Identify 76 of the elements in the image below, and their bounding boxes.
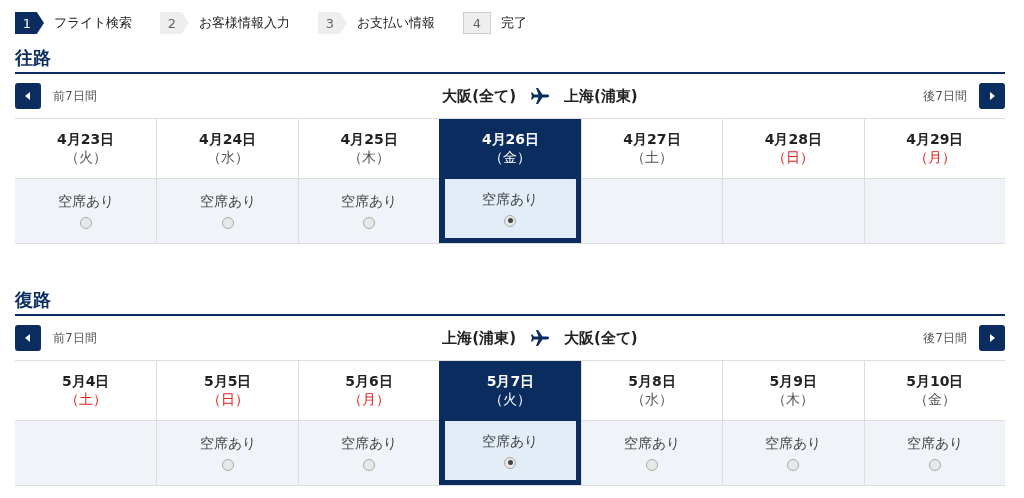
section-title: 復路 (15, 288, 1005, 316)
radio-button[interactable] (363, 217, 376, 229)
date: 5月10日 (906, 372, 964, 391)
section-title: 往路 (15, 46, 1005, 74)
date: 5月5日 (203, 372, 252, 391)
weekday: （金） (489, 148, 532, 167)
next-button[interactable] (979, 83, 1005, 109)
radio-button[interactable] (504, 456, 517, 469)
date: 5月6日 (345, 372, 393, 391)
next-label[interactable]: 後7日間 (923, 329, 967, 347)
step-label: フライト検索 (54, 14, 132, 32)
step-label: お客様情報入力 (199, 14, 290, 32)
step-number: 1 (15, 12, 44, 34)
radio-button[interactable] (645, 459, 658, 471)
availability-text: 空席あり (906, 435, 963, 453)
weekday: （水） (630, 390, 673, 409)
weekday: （木） (348, 148, 391, 167)
availability-text: 空席あり (57, 193, 114, 211)
radio-button[interactable] (928, 459, 941, 471)
availability-text: 空席あり (341, 435, 398, 453)
date: 5月7日 (486, 372, 535, 391)
radio-button[interactable] (221, 459, 234, 471)
weekday: （日） (772, 148, 815, 167)
availability-text: 空席あり (623, 435, 680, 453)
left-triangle-icon (24, 91, 32, 101)
weekday: （日） (206, 390, 249, 409)
right-triangle-icon (988, 333, 996, 343)
previous-button[interactable] (15, 83, 41, 109)
weekday: （土） (630, 148, 673, 167)
previous-label[interactable]: 前7日間 (53, 329, 97, 347)
next-label[interactable]: 後7日間 (923, 87, 967, 105)
step-label: 完了 (501, 14, 527, 32)
date: 4月25日 (340, 130, 398, 149)
date: 4月24日 (199, 130, 257, 149)
radio-button[interactable] (504, 214, 517, 227)
next-button[interactable] (979, 325, 1005, 351)
right-triangle-icon (988, 91, 996, 101)
destination: 大阪(全て) (564, 328, 638, 348)
date: 4月28日 (764, 130, 822, 149)
weekday: （金） (913, 390, 956, 409)
weekday: （火） (64, 148, 107, 167)
radio-button[interactable] (221, 217, 234, 229)
airplane-icon (530, 329, 550, 347)
date: 5月9日 (769, 372, 818, 391)
airplane-icon (530, 87, 550, 105)
date: 4月26日 (481, 130, 540, 149)
availability-text: 空席あり (199, 435, 256, 453)
date: 5月8日 (628, 372, 676, 391)
radio-button[interactable] (363, 459, 376, 471)
availability-text: 空席あり (482, 190, 539, 209)
availability-text: 空席あり (341, 193, 398, 211)
step-number: 2 (160, 12, 189, 34)
radio-button[interactable] (787, 459, 800, 471)
origin: 大阪(全て) (442, 86, 516, 106)
step-number: 4 (463, 12, 491, 34)
weekday: （土） (64, 390, 107, 409)
radio-button[interactable] (79, 217, 92, 229)
availability-text: 空席あり (482, 432, 539, 451)
availability-text: 空席あり (199, 193, 256, 211)
date: 4月23日 (57, 130, 115, 149)
previous-label[interactable]: 前7日間 (53, 87, 97, 105)
date: 4月29日 (906, 130, 964, 149)
step-label: お支払い情報 (357, 14, 435, 32)
left-triangle-icon (24, 333, 32, 343)
step-number: 3 (318, 12, 347, 34)
weekday: （火） (489, 390, 532, 409)
date: 5月4日 (61, 372, 110, 391)
weekday: （月） (913, 148, 956, 167)
origin: 上海(浦東) (442, 328, 516, 348)
destination: 上海(浦東) (564, 86, 638, 106)
weekday: （木） (772, 390, 815, 409)
date: 4月27日 (623, 130, 681, 149)
weekday: （月） (348, 390, 391, 409)
previous-button[interactable] (15, 325, 41, 351)
weekday: （水） (206, 148, 249, 167)
availability-text: 空席あり (765, 435, 822, 453)
